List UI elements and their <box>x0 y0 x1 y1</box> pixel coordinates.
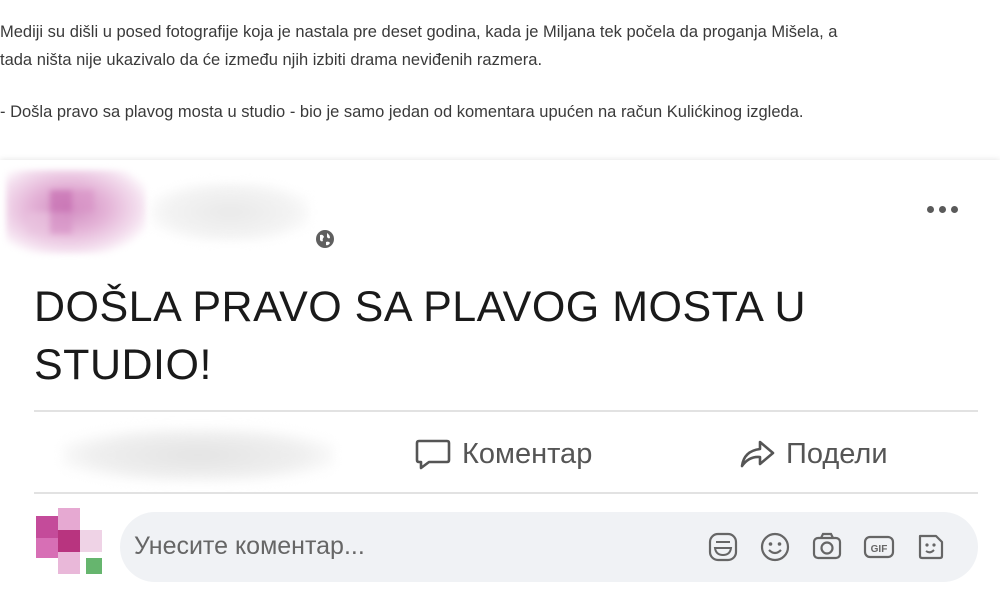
avatar-sticker-icon[interactable] <box>914 530 948 564</box>
reactions-blurred <box>62 428 334 482</box>
svg-text:GIF: GIF <box>871 544 888 555</box>
speech-bubble-icon <box>414 436 452 472</box>
article-paragraph-1-line-1: Mediji su dišli u posed fotografije koja… <box>0 23 838 41</box>
comment-toolbar: GIF <box>706 530 948 564</box>
divider-top <box>34 410 978 412</box>
sticker-icon[interactable] <box>706 530 740 564</box>
post-text: DOŠLA PRAVO SA PLAVOG MOSTA U STUDIO! <box>34 278 934 394</box>
article-body: Mediji su dišli u posed fotografije koja… <box>0 18 1000 126</box>
gif-icon[interactable]: GIF <box>862 530 896 564</box>
author-name-blurred <box>150 182 310 242</box>
share-arrow-icon <box>738 436 776 472</box>
camera-icon[interactable] <box>810 530 844 564</box>
emoji-icon[interactable] <box>758 530 792 564</box>
more-options-icon[interactable] <box>918 202 966 216</box>
globe-icon <box>314 228 336 250</box>
comment-input[interactable]: Унесите коментар... GIF <box>120 512 978 582</box>
share-label: Подели <box>786 437 888 470</box>
article-paragraph-1-line-2: tada ništa nije ukazivalo da će između n… <box>0 51 543 69</box>
comment-label: Коментар <box>462 437 593 470</box>
comment-button[interactable]: Коментар <box>414 432 592 476</box>
commenter-avatar <box>36 508 104 576</box>
article-paragraph-2: - Došla pravo sa plavog mosta u studio -… <box>0 103 804 121</box>
comment-placeholder: Унесите коментар... <box>134 532 365 560</box>
facebook-post: DOŠLA PRAVO SA PLAVOG MOSTA U STUDIO! Ко… <box>0 160 1000 594</box>
share-button[interactable]: Подели <box>738 432 888 476</box>
post-text-line-2: STUDIO! <box>34 341 212 389</box>
divider-bottom <box>34 492 978 494</box>
post-text-line-1: DOŠLA PRAVO SA PLAVOG MOSTA U <box>34 283 807 331</box>
author-avatar-blurred <box>6 170 146 254</box>
